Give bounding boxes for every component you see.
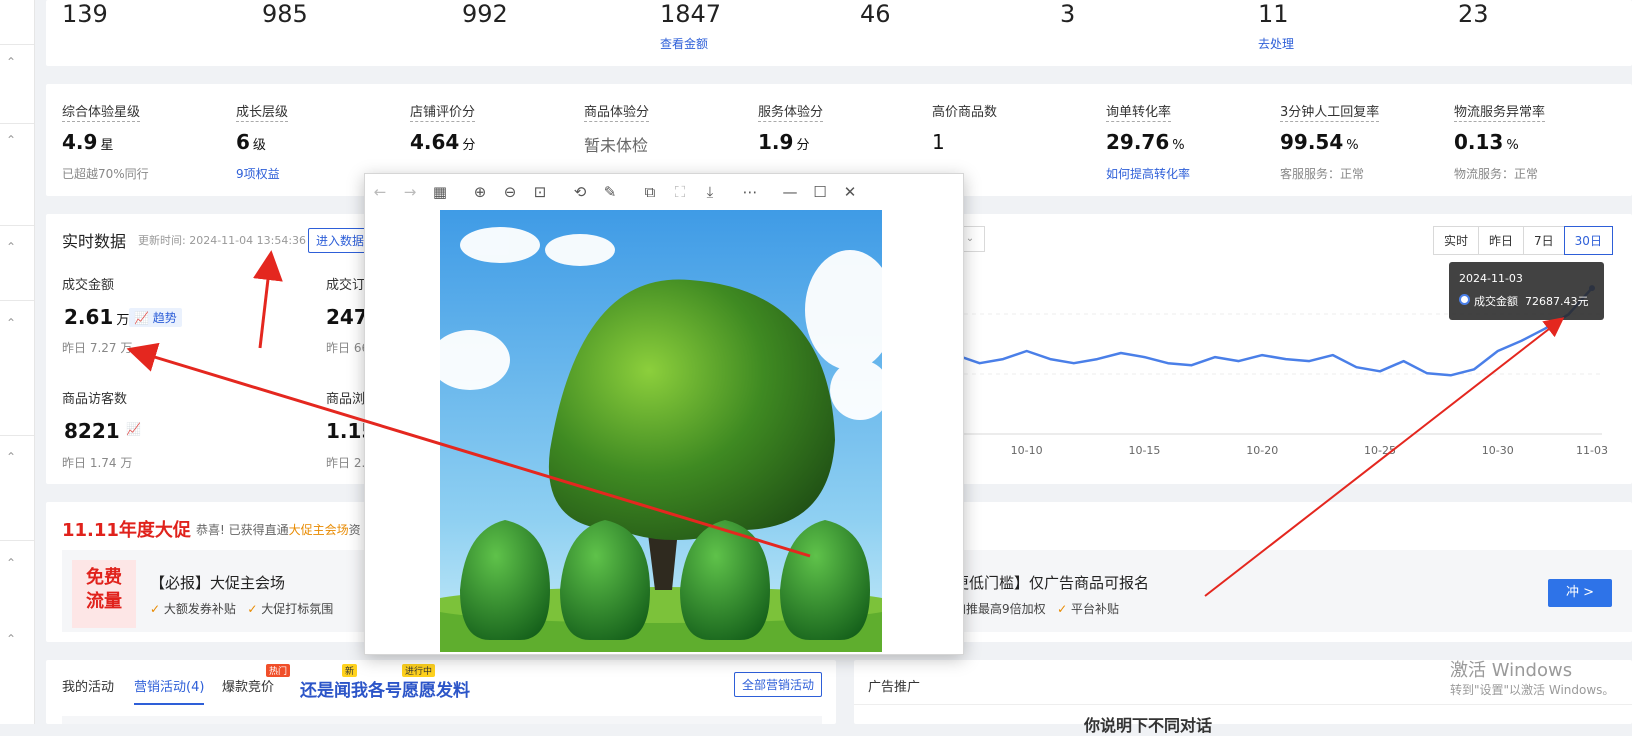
red-arrow — [253, 250, 283, 349]
red-arrow — [1204, 317, 1565, 597]
tab-30days[interactable]: 30日 — [1563, 226, 1613, 255]
red-arrow — [126, 342, 811, 558]
annotation-arrows — [126, 250, 1565, 597]
